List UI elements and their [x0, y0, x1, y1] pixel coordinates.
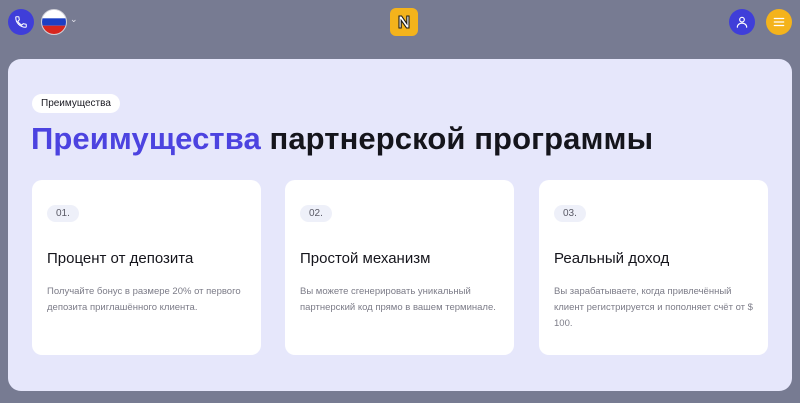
- card-description: Вы можете сгенерировать уникальный партн…: [300, 286, 496, 313]
- card-title: Процент от депозита: [47, 250, 194, 267]
- menu-button[interactable]: [766, 9, 792, 35]
- logo[interactable]: [390, 8, 418, 36]
- card-number: 03.: [554, 205, 586, 222]
- card-number: 01.: [47, 205, 79, 222]
- language-selector[interactable]: [41, 9, 67, 35]
- section-tag: Преимущества: [32, 94, 120, 113]
- card-description: Вы зарабатываете, когда привлечённый кли…: [554, 286, 753, 329]
- russia-flag-icon: [42, 10, 66, 34]
- card-title: Реальный доход: [554, 250, 670, 267]
- card-description: Получайте бонус в размере 20% от первого…: [47, 286, 241, 313]
- user-icon: [736, 16, 748, 28]
- section-heading: Преимущества партнерской программы: [31, 119, 653, 159]
- phone-button[interactable]: [8, 9, 34, 35]
- advantage-card: 02. Простой механизм Вы можете сгенериро…: [285, 180, 514, 355]
- advantage-card: 01. Процент от депозита Получайте бонус …: [32, 180, 261, 355]
- advantage-card: 03. Реальный доход Вы зарабатываете, ког…: [539, 180, 768, 355]
- heading-rest: партнерской программы: [260, 121, 654, 156]
- card-title: Простой механизм: [300, 250, 431, 267]
- phone-icon: [15, 16, 27, 28]
- advantages-section: Преимущества Преимущества партнерской пр…: [8, 59, 792, 391]
- menu-icon: [773, 17, 785, 27]
- card-number: 02.: [300, 205, 332, 222]
- heading-accent: Преимущества: [31, 121, 261, 156]
- top-bar: ⌄: [0, 0, 800, 44]
- logo-n-icon: [398, 15, 410, 29]
- chevron-down-icon[interactable]: ⌄: [70, 15, 78, 24]
- account-button[interactable]: [729, 9, 755, 35]
